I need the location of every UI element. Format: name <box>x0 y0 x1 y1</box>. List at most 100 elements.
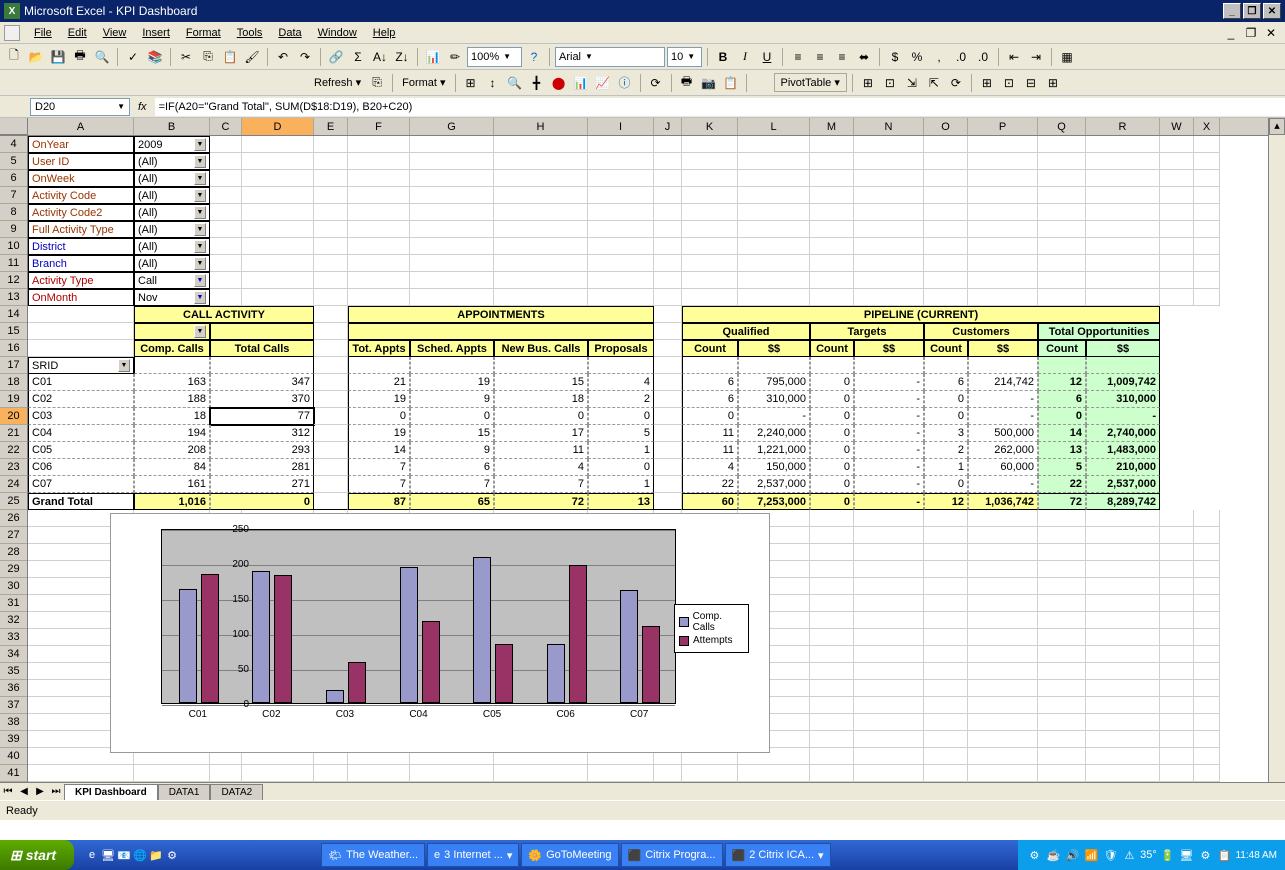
data-cc-C01[interactable]: 6 <box>924 374 968 391</box>
row-header-12[interactable]: 12 <box>0 272 27 289</box>
tot-appts-header[interactable]: Tot. Appts <box>348 340 410 357</box>
menu-data[interactable]: Data <box>270 25 309 41</box>
decrease-indent-icon[interactable]: ⇤ <box>1004 47 1024 67</box>
data-total-C03[interactable]: 77 <box>210 408 314 425</box>
data-qd-C01[interactable]: 795,000 <box>738 374 810 391</box>
tray-icon[interactable]: 🖥 <box>1178 847 1194 863</box>
data-total-C02[interactable]: 370 <box>210 391 314 408</box>
data-td-C05[interactable]: - <box>854 442 924 459</box>
srid-dropdown-icon[interactable]: ▼ <box>118 359 130 372</box>
col-header-X[interactable]: X <box>1194 118 1220 135</box>
row-header-7[interactable]: 7 <box>0 187 27 204</box>
col-header-R[interactable]: R <box>1086 118 1160 135</box>
tb-icon-9[interactable]: ⟳ <box>646 73 666 93</box>
menu-tools[interactable]: Tools <box>229 25 271 41</box>
col-header-N[interactable]: N <box>854 118 924 135</box>
col-header-A[interactable]: A <box>28 118 134 135</box>
filter-OnMonth[interactable]: OnMonth <box>28 289 134 306</box>
format-painter-icon[interactable]: 🖌 <box>242 47 262 67</box>
tray-temp[interactable]: 35° <box>1140 847 1156 863</box>
data-comp-C05[interactable]: 208 <box>134 442 210 459</box>
data-sch-C07[interactable]: 7 <box>410 476 494 493</box>
sort-asc-icon[interactable]: A↓ <box>370 47 390 67</box>
gt-tot[interactable]: 87 <box>348 493 410 510</box>
row-header-22[interactable]: 22 <box>0 442 27 459</box>
chart-wizard-icon[interactable]: 📊 <box>423 47 443 67</box>
tb-icon-11[interactable]: 📷 <box>699 73 719 93</box>
call-activity-header[interactable]: CALL ACTIVITY <box>134 306 314 323</box>
pt-icon-6[interactable]: ⊞ <box>977 73 997 93</box>
col-header-O[interactable]: O <box>924 118 968 135</box>
data-qd-C06[interactable]: 150,000 <box>738 459 810 476</box>
restore-button[interactable]: ❐ <box>1243 3 1261 19</box>
row-header-24[interactable]: 24 <box>0 476 27 493</box>
data-nb-C03[interactable]: 0 <box>494 408 588 425</box>
doc-close-button[interactable]: ✕ <box>1261 23 1281 43</box>
data-total-C05[interactable]: 293 <box>210 442 314 459</box>
data-tc-C02[interactable]: 0 <box>810 391 854 408</box>
data-oc-C03[interactable]: 0 <box>1038 408 1086 425</box>
tray-icon[interactable]: 📋 <box>1216 847 1232 863</box>
row-header-39[interactable]: 39 <box>0 731 27 748</box>
data-tot-C06[interactable]: 7 <box>348 459 410 476</box>
select-all-corner[interactable] <box>0 118 28 135</box>
help-icon[interactable]: ? <box>524 47 544 67</box>
data-cd-C01[interactable]: 214,742 <box>968 374 1038 391</box>
proposals-header[interactable]: Proposals <box>588 340 654 357</box>
data-nb-C02[interactable]: 18 <box>494 391 588 408</box>
copy-icon[interactable]: ⎘ <box>198 47 218 67</box>
data-od-C06[interactable]: 210,000 <box>1086 459 1160 476</box>
col-header-Q[interactable]: Q <box>1038 118 1086 135</box>
data-od-C01[interactable]: 1,009,742 <box>1086 374 1160 391</box>
row-header-31[interactable]: 31 <box>0 595 27 612</box>
data-tot-C04[interactable]: 19 <box>348 425 410 442</box>
last-sheet-button[interactable]: ⏭ <box>48 784 64 800</box>
row-header-15[interactable]: 15 <box>0 323 27 340</box>
autosum-icon[interactable]: Σ <box>348 47 368 67</box>
data-sch-C06[interactable]: 6 <box>410 459 494 476</box>
start-button[interactable]: ⊞start <box>0 840 74 870</box>
borders-icon[interactable]: ▦ <box>1057 47 1077 67</box>
data-id-C04[interactable]: C04 <box>28 425 134 442</box>
data-prop-C06[interactable]: 0 <box>588 459 654 476</box>
pt-icon-4[interactable]: ⇱ <box>924 73 944 93</box>
comma-icon[interactable]: , <box>929 47 949 67</box>
pt-icon-3[interactable]: ⇲ <box>902 73 922 93</box>
data-od-C04[interactable]: 2,740,000 <box>1086 425 1160 442</box>
sheet-tab-data1[interactable]: DATA1 <box>158 784 211 800</box>
data-qd-C07[interactable]: 2,537,000 <box>738 476 810 493</box>
underline-button[interactable]: U <box>757 47 777 67</box>
data-id-C02[interactable]: C02 <box>28 391 134 408</box>
data-comp-C03[interactable]: 18 <box>134 408 210 425</box>
format-dropdown[interactable]: Format ▾ <box>398 76 449 89</box>
col-header-M[interactable]: M <box>810 118 854 135</box>
data-tc-C05[interactable]: 0 <box>810 442 854 459</box>
tray-icon[interactable]: 🔊 <box>1064 847 1080 863</box>
pipeline-header[interactable]: PIPELINE (CURRENT) <box>682 306 1160 323</box>
ql-icon-5[interactable]: 📁 <box>148 847 164 863</box>
data-oc-C07[interactable]: 22 <box>1038 476 1086 493</box>
appointments-header[interactable]: APPOINTMENTS <box>348 306 654 323</box>
data-cd-C05[interactable]: 262,000 <box>968 442 1038 459</box>
tray-icon[interactable]: 🛡 <box>1102 847 1118 863</box>
data-qc-C02[interactable]: 6 <box>682 391 738 408</box>
row-header-13[interactable]: 13 <box>0 289 27 306</box>
sub-header-2[interactable]: Count <box>810 340 854 357</box>
data-comp-C06[interactable]: 84 <box>134 459 210 476</box>
data-tc-C03[interactable]: 0 <box>810 408 854 425</box>
data-tot-C07[interactable]: 7 <box>348 476 410 493</box>
gt-oc[interactable]: 72 <box>1038 493 1086 510</box>
data-qc-C07[interactable]: 22 <box>682 476 738 493</box>
spelling-icon[interactable]: ✓ <box>123 47 143 67</box>
fx-icon[interactable]: fx <box>138 101 147 113</box>
data-qc-C05[interactable]: 11 <box>682 442 738 459</box>
formula-input[interactable]: =IF(A20="Grand Total", SUM(D$18:D19), B2… <box>155 98 1285 116</box>
col-header-W[interactable]: W <box>1160 118 1194 135</box>
gt-od[interactable]: 8,289,742 <box>1086 493 1160 510</box>
data-tot-C01[interactable]: 21 <box>348 374 410 391</box>
sched-appts-header[interactable]: Sched. Appts <box>410 340 494 357</box>
sub-header-4[interactable]: Count <box>924 340 968 357</box>
data-td-C07[interactable]: - <box>854 476 924 493</box>
sub-header-1[interactable]: $$ <box>738 340 810 357</box>
tb-icon-1[interactable]: ⊞ <box>461 73 481 93</box>
